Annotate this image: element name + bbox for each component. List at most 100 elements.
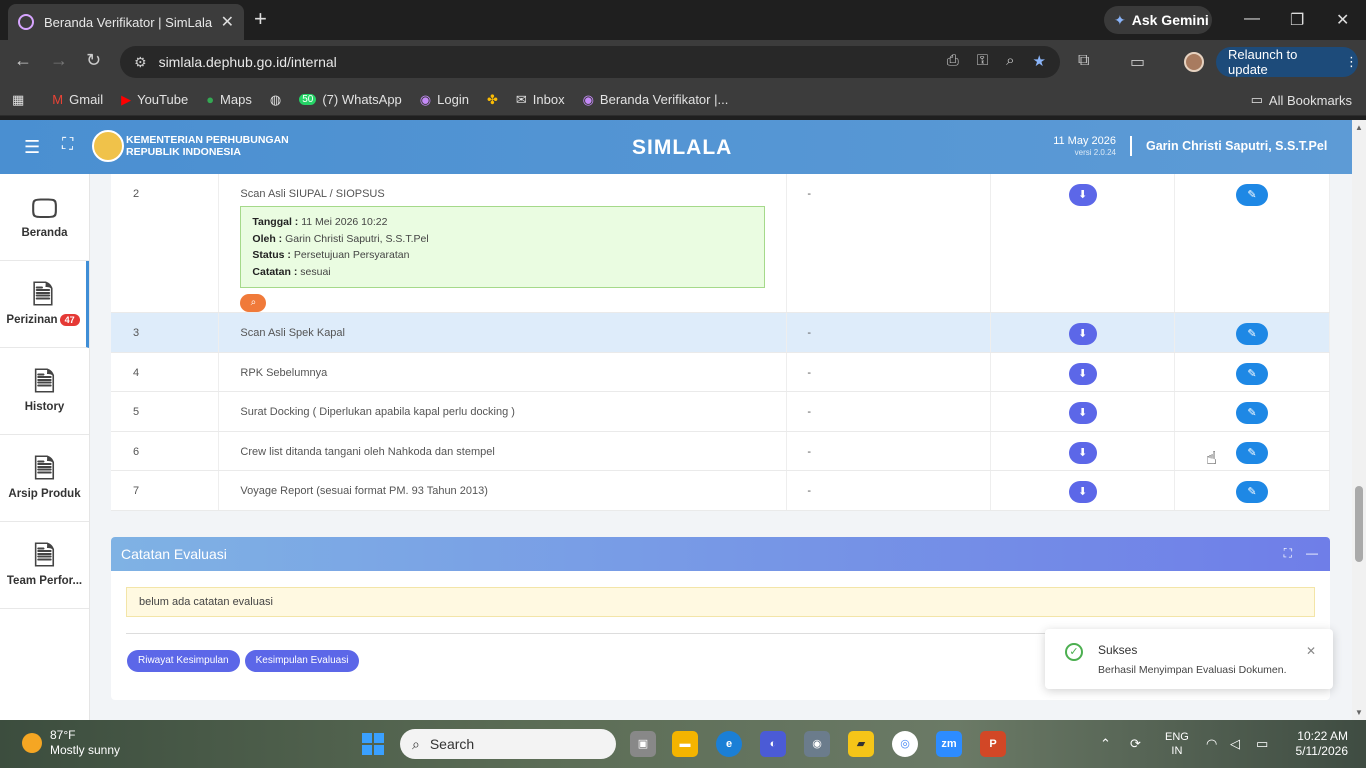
- profile-avatar[interactable]: [1184, 52, 1204, 72]
- new-tab-icon[interactable]: +: [254, 8, 267, 30]
- apps-grid-icon[interactable]: ▦: [12, 92, 24, 108]
- edit-icon: ✎: [1247, 189, 1257, 201]
- bookmark-star-icon[interactable]: ★: [1033, 52, 1046, 70]
- sidebar-item-arsip-produk[interactable]: 🗎 Arsip Produk: [0, 435, 89, 522]
- battery-icon[interactable]: ▭: [1256, 736, 1268, 752]
- download-button[interactable]: ⬇: [1068, 184, 1097, 206]
- value-cell: -: [786, 352, 992, 392]
- bookmark-globe[interactable]: ◍: [270, 92, 281, 108]
- weather-widget[interactable]: 87°F Mostly sunny: [22, 728, 120, 758]
- scroll-down-icon[interactable]: ▼: [1355, 708, 1363, 717]
- camera-icon[interactable]: ◉: [804, 731, 830, 757]
- language-indicator[interactable]: ENG IN: [1165, 730, 1189, 758]
- sidebar-item-beranda[interactable]: 🖵 Beranda: [0, 174, 89, 261]
- edit-button[interactable]: ✎: [1236, 323, 1269, 345]
- extensions-icon[interactable]: ⧉: [1078, 52, 1089, 70]
- collapse-icon[interactable]: —: [1306, 546, 1318, 561]
- edit-button[interactable]: ✎: [1236, 402, 1269, 424]
- close-toast-icon[interactable]: ✕: [1306, 644, 1316, 658]
- address-bar[interactable]: ⚙ simlala.dephub.go.id/internal ⎙ ⚿ ⌕ ★: [120, 46, 1060, 78]
- all-bookmarks-label: All Bookmarks: [1268, 92, 1352, 108]
- browser-tab[interactable]: Beranda Verifikator | SimLala ✕: [8, 4, 244, 40]
- ministry-line1: KEMENTERIAN PERHUBUNGAN: [126, 134, 289, 146]
- scrollbar-thumb[interactable]: [1355, 486, 1363, 562]
- reload-icon[interactable]: ↻: [86, 50, 101, 71]
- powerpoint-icon[interactable]: P: [980, 731, 1006, 757]
- note-by: Garin Christi Saputri, S.S.T.Pel: [285, 232, 429, 245]
- edit-button[interactable]: ✎: [1236, 184, 1269, 206]
- password-key-icon[interactable]: ⚿: [977, 52, 988, 70]
- bookmark-pinwheel[interactable]: ✤: [487, 92, 498, 108]
- globe-icon: ◍: [269, 91, 282, 107]
- menu-dots-icon[interactable]: ⋮: [1345, 54, 1358, 70]
- wifi-icon[interactable]: ◠: [1206, 736, 1217, 752]
- app-icon[interactable]: ◐: [760, 731, 786, 757]
- scroll-up-icon[interactable]: ▲: [1355, 123, 1363, 132]
- edit-button[interactable]: ✎: [1236, 481, 1269, 503]
- row-number: 5: [111, 391, 220, 432]
- edit-button[interactable]: ✎: [1236, 363, 1269, 385]
- weather-text: 87°F Mostly sunny: [50, 728, 120, 758]
- download-button[interactable]: ⬇: [1068, 402, 1097, 424]
- note-remark: sesuai: [300, 265, 331, 278]
- forward-icon[interactable]: →: [50, 50, 68, 71]
- page-scrollbar[interactable]: ▲ ▼: [1352, 120, 1366, 720]
- bookmark-login[interactable]: ◉ Login: [420, 92, 469, 108]
- windows-start-icon[interactable]: [362, 733, 384, 755]
- edit-button[interactable]: ✎: [1236, 442, 1269, 464]
- back-icon[interactable]: ←: [14, 50, 32, 71]
- sidebar-item-perizinan[interactable]: 🗎 Perizinan 47: [0, 261, 89, 348]
- bookmark-inbox[interactable]: ✉ Inbox: [516, 92, 565, 108]
- region-code: IN: [1171, 745, 1183, 757]
- value-cell: -: [786, 431, 992, 471]
- tab-search-icon[interactable]: ▭: [1130, 52, 1145, 72]
- row-number: 4: [111, 352, 220, 392]
- kesimpulan-evaluasi-button[interactable]: Kesimpulan Evaluasi: [244, 650, 360, 672]
- view-detail-button[interactable]: ⌕: [240, 294, 267, 312]
- fullscreen-icon[interactable]: ⛶: [62, 136, 73, 154]
- tray-overflow-icon[interactable]: ⌃: [1100, 736, 1111, 752]
- sidebar-item-history[interactable]: 🗎 History: [0, 348, 89, 435]
- hamburger-menu-icon[interactable]: ☰: [24, 137, 40, 158]
- all-bookmarks-button[interactable]: ▭ All Bookmarks: [1251, 92, 1352, 108]
- maximize-icon[interactable]: ❐: [1290, 10, 1304, 30]
- volume-icon[interactable]: ◁: [1230, 736, 1240, 752]
- sticky-notes-icon[interactable]: ▰: [848, 731, 874, 757]
- zoom-app-icon[interactable]: zm: [936, 731, 962, 757]
- download-button[interactable]: ⬇: [1068, 363, 1097, 385]
- bookmark-maps[interactable]: ● Maps: [206, 92, 252, 107]
- download-button[interactable]: ⬇: [1068, 442, 1097, 464]
- chrome-icon[interactable]: ◎: [892, 731, 918, 757]
- site-favicon-icon: [18, 14, 34, 30]
- panel-header: Catatan Evaluasi ⛶ —: [111, 537, 1330, 571]
- expand-icon[interactable]: ⛶: [1284, 546, 1292, 561]
- system-clock[interactable]: 10:22 AM 5/11/2026: [1290, 729, 1349, 759]
- sidebar-item-team-performance[interactable]: 🗎 Team Perfor...: [0, 522, 89, 609]
- bookmark-whatsapp[interactable]: 50 (7) WhatsApp: [299, 92, 402, 107]
- riwayat-kesimpulan-button[interactable]: Riwayat Kesimpulan: [127, 650, 240, 672]
- document-icon: 🗎: [32, 280, 54, 310]
- bookmark-beranda[interactable]: ◉ Beranda Verifikator |...: [583, 92, 729, 108]
- mouse-cursor-icon: ☝: [1206, 448, 1217, 468]
- bookmark-label: YouTube: [137, 92, 189, 107]
- minimize-icon[interactable]: —: [1244, 10, 1260, 28]
- edge-icon[interactable]: e: [716, 731, 742, 757]
- install-app-icon[interactable]: ⎙: [947, 52, 959, 70]
- bookmark-youtube[interactable]: ▶ YouTube: [121, 92, 188, 108]
- bookmark-gmail[interactable]: M Gmail: [52, 92, 103, 107]
- download-button[interactable]: ⬇: [1068, 481, 1097, 503]
- ask-gemini-button[interactable]: ✦ Ask Gemini: [1104, 6, 1212, 34]
- zoom-icon[interactable]: ⌕: [1006, 52, 1014, 70]
- user-name[interactable]: Garin Christi Saputri, S.S.T.Pel: [1146, 139, 1327, 153]
- download-button[interactable]: ⬇: [1068, 323, 1097, 345]
- file-explorer-icon[interactable]: ▬: [672, 731, 698, 757]
- date-text: 11 May 2026: [1053, 135, 1116, 147]
- site-info-icon[interactable]: ⚙: [134, 54, 147, 71]
- close-window-icon[interactable]: ✕: [1336, 10, 1349, 30]
- relaunch-button[interactable]: Relaunch to update ⋮: [1216, 47, 1358, 77]
- sync-icon[interactable]: ⟳: [1130, 736, 1141, 752]
- taskbar-search[interactable]: ⌕ Search: [400, 729, 616, 759]
- close-tab-icon[interactable]: ✕: [221, 12, 234, 32]
- task-view-icon[interactable]: ▣: [630, 731, 656, 757]
- ministry-logo: [92, 130, 124, 162]
